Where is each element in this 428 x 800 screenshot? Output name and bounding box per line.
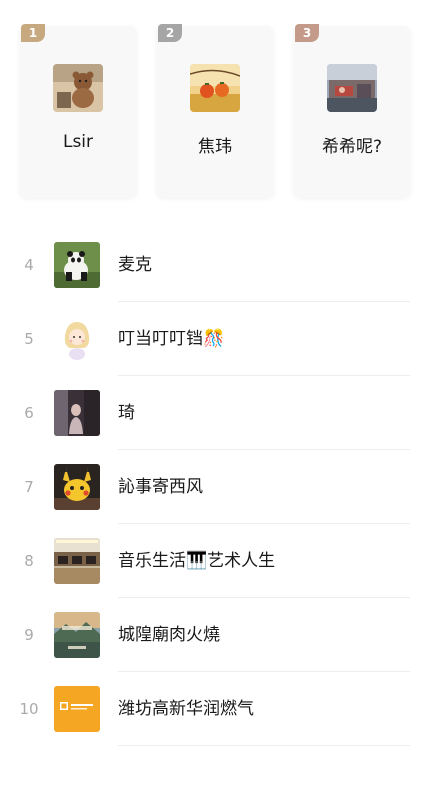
- ranking-list: 4 麦克 5 叮当叮叮铛🎊 6 琦 7 訫事寄西风 8 音乐生活🎹艺术人生 9 …: [0, 228, 428, 746]
- list-item[interactable]: 7 訫事寄西风: [0, 450, 428, 524]
- list-item[interactable]: 6 琦: [0, 376, 428, 450]
- rank-badge-silver: 2: [158, 24, 182, 42]
- list-item-name: 音乐生活🎹艺术人生: [118, 551, 276, 571]
- rank-number: 4: [24, 256, 34, 274]
- list-item[interactable]: 4 麦克: [0, 228, 428, 302]
- rank-number: 5: [24, 330, 34, 348]
- podium-card-2[interactable]: 2 焦玮: [156, 24, 274, 198]
- podium-name: 焦玮: [198, 137, 232, 157]
- persimmon-field-photo-icon: [190, 64, 240, 112]
- list-item-name: 叮当叮叮铛🎊: [118, 329, 225, 349]
- list-item-name: 琦: [118, 403, 135, 423]
- piano-room-photo-icon: [54, 538, 100, 584]
- list-item[interactable]: 9 城隍廟肉火燒: [0, 598, 428, 672]
- rank-number: 7: [24, 478, 34, 496]
- gas-company-logo-icon: [54, 686, 100, 732]
- podium-name: 希希呢?: [321, 137, 383, 157]
- list-item[interactable]: 10 潍坊高新华润燃气: [0, 672, 428, 746]
- portrait-photo-icon: [54, 390, 100, 436]
- rank-badge-gold: 1: [21, 24, 45, 42]
- list-item-name: 訫事寄西风: [118, 477, 203, 497]
- cartoon-girl-icon: [54, 316, 100, 362]
- rank-badge-bronze: 3: [295, 24, 319, 42]
- rank-number: 8: [24, 552, 34, 570]
- podium: 1 Lsir 2 焦玮 3 希希呢?: [0, 20, 428, 200]
- divider: [118, 745, 410, 746]
- rank-number: 9: [24, 626, 34, 644]
- panda-photo-icon: [54, 242, 100, 288]
- list-item-name: 潍坊高新华润燃气: [118, 699, 254, 719]
- podium-card-1[interactable]: 1 Lsir: [19, 24, 137, 198]
- pikachu-icon: [54, 464, 100, 510]
- rank-number: 10: [19, 700, 39, 718]
- podium-name: Lsir: [62, 132, 94, 152]
- street-scene-photo-icon: [327, 64, 377, 112]
- podium-card-3[interactable]: 3 希希呢?: [293, 24, 411, 198]
- landscape-poster-icon: [54, 612, 100, 658]
- list-item-name: 城隍廟肉火燒: [118, 625, 220, 645]
- list-item[interactable]: 5 叮当叮叮铛🎊: [0, 302, 428, 376]
- leaderboard-page: 1 Lsir 2 焦玮 3 希希呢? 4 麦克 5 叮当叮叮铛🎊 6 琦 7 訫…: [0, 0, 428, 800]
- list-item[interactable]: 8 音乐生活🎹艺术人生: [0, 524, 428, 598]
- list-item-name: 麦克: [118, 255, 152, 275]
- bear-toy-photo-icon: [53, 64, 103, 112]
- rank-number: 6: [24, 404, 34, 422]
